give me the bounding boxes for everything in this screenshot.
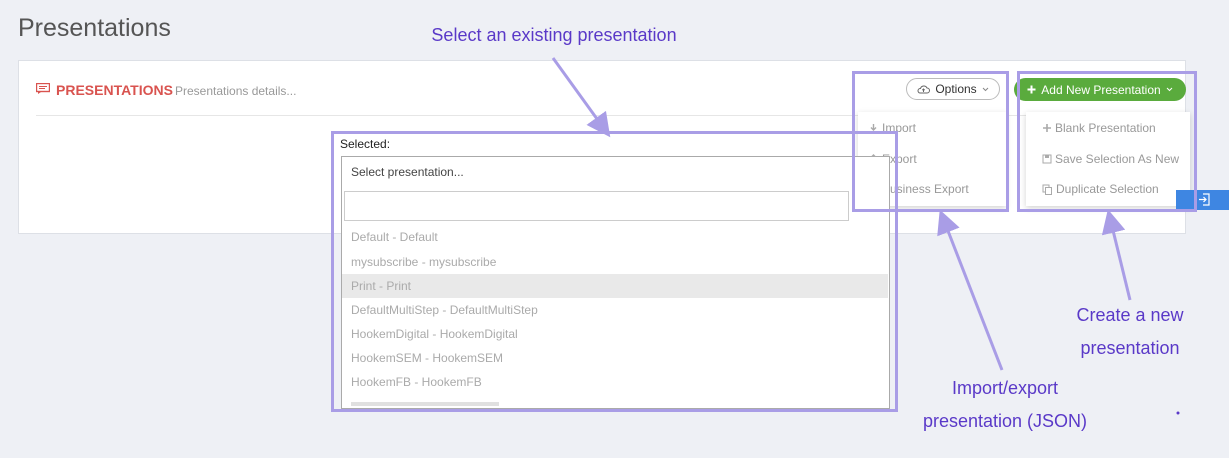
annotation-create-new: Create a new presentation: [1076, 305, 1184, 358]
arrow-create-new: [1101, 209, 1132, 301]
arrow-select-existing: [551, 57, 611, 138]
annotation-dot: [1176, 411, 1180, 415]
annotation-import-export: Import/export presentation (JSON): [922, 378, 1088, 431]
annotation-select-existing: Select an existing presentation: [431, 25, 677, 45]
arrow-import-export: [937, 209, 1004, 371]
